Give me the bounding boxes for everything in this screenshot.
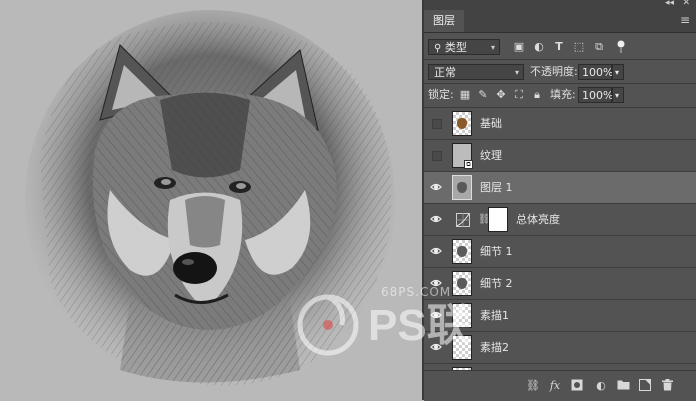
eye-icon[interactable] (430, 213, 442, 225)
separator (424, 83, 696, 84)
curves-adjustment-icon (456, 213, 470, 227)
layers-bottom-toolbar: ⛓ fx ◐ (424, 370, 696, 401)
chevron-down-icon: ▾ (490, 43, 495, 52)
pixel-layer-filter-icon[interactable]: ▣ (512, 40, 526, 54)
svg-text:PS联: PS联 (368, 301, 471, 350)
chevron-down-icon: ▾ (514, 68, 519, 77)
visibility-toggle-off[interactable] (432, 151, 442, 161)
tab-layers[interactable]: 图层 (424, 10, 464, 32)
new-layer-icon[interactable] (638, 379, 652, 393)
lock-label: 锁定: (428, 88, 454, 101)
filter-kind-label: 类型 (444, 41, 467, 54)
blend-mode-value: 正常 (434, 66, 456, 79)
add-mask-icon[interactable] (570, 379, 584, 393)
layer-name[interactable]: 基础 (480, 108, 502, 140)
layer-row[interactable]: ⧉ 纹理 (424, 140, 696, 172)
new-adjustment-icon[interactable]: ◐ (594, 379, 608, 393)
layer-thumbnail (452, 175, 472, 200)
blend-row: 正常 ▾ 不透明度: 100% ▾ (424, 63, 696, 81)
smart-object-badge-icon: ⧉ (464, 160, 473, 169)
link-icon[interactable]: ⛓ (478, 213, 491, 227)
layer-row-selected[interactable]: 图层 1 (424, 172, 696, 204)
blend-mode-dropdown[interactable]: 正常 ▾ (428, 64, 524, 80)
opacity-dropdown-arrow[interactable]: ▾ (612, 64, 624, 80)
new-group-folder-icon[interactable] (616, 379, 630, 393)
shape-layer-filter-icon[interactable]: ⬚ (572, 40, 586, 54)
lock-image-pixels-icon[interactable]: ✎ (476, 88, 490, 102)
close-icon[interactable]: ✕ (682, 0, 690, 8)
lock-position-icon[interactable]: ✥ (494, 88, 508, 102)
layer-row[interactable]: 基础 (424, 108, 696, 140)
eye-icon[interactable] (430, 181, 442, 193)
layer-thumbnail (452, 111, 472, 136)
opacity-label: 不透明度: (530, 65, 578, 78)
lock-row: 锁定: ▦ ✎ ✥ ⛶ 🔒︎ 填充: 100% ▾ (424, 86, 696, 104)
fill-dropdown-arrow[interactable]: ▾ (612, 87, 624, 103)
type-layer-filter-icon[interactable]: T (552, 40, 566, 54)
layer-name[interactable]: 纹理 (480, 140, 502, 172)
panel-tab-bar: 图层 ≡ (424, 10, 696, 33)
panel-menu-icon[interactable]: ≡ (680, 14, 690, 26)
separator (424, 59, 696, 60)
filter-row: ⚲ 类型 ▾ ▣ ◐ T ⬚ ⧉ (424, 38, 696, 56)
layer-mask-thumbnail[interactable] (488, 207, 508, 232)
layer-name[interactable]: 总体亮度 (516, 204, 560, 236)
fx-icon[interactable]: fx (548, 379, 562, 393)
filter-kind-dropdown[interactable]: ⚲ 类型 ▾ (428, 39, 500, 55)
watermark-logo-icon: PS联 (297, 294, 471, 356)
lock-transparent-pixels-icon[interactable]: ▦ (458, 88, 472, 102)
filter-toggle-icon[interactable] (614, 40, 628, 54)
layer-row[interactable]: ⛓ 总体亮度 (424, 204, 696, 236)
lock-artboard-icon[interactable]: ⛶ (512, 88, 526, 102)
link-layers-icon[interactable]: ⛓ (526, 379, 540, 393)
panel-top-strip: ◂◂ ✕ (424, 0, 696, 10)
fill-label: 填充: (550, 88, 576, 101)
search-icon: ⚲ (434, 43, 442, 54)
watermark-url: 68PS.COM (381, 285, 452, 299)
collapse-icon[interactable]: ◂◂ (665, 0, 674, 8)
layer-thumbnail: ⧉ (452, 143, 473, 169)
opacity-input[interactable]: 100% (578, 64, 613, 80)
adjustment-layer-filter-icon[interactable]: ◐ (532, 40, 546, 54)
visibility-toggle-off[interactable] (432, 119, 442, 129)
smart-object-filter-icon[interactable]: ⧉ (592, 40, 606, 54)
fill-input[interactable]: 100% (578, 87, 613, 103)
delete-layer-trash-icon[interactable] (660, 379, 674, 393)
watermark: PS联 68PS.COM (290, 260, 490, 370)
eye-icon[interactable] (430, 245, 442, 257)
lock-all-icon[interactable]: 🔒︎ (530, 88, 544, 102)
layer-name[interactable]: 图层 1 (480, 172, 513, 204)
